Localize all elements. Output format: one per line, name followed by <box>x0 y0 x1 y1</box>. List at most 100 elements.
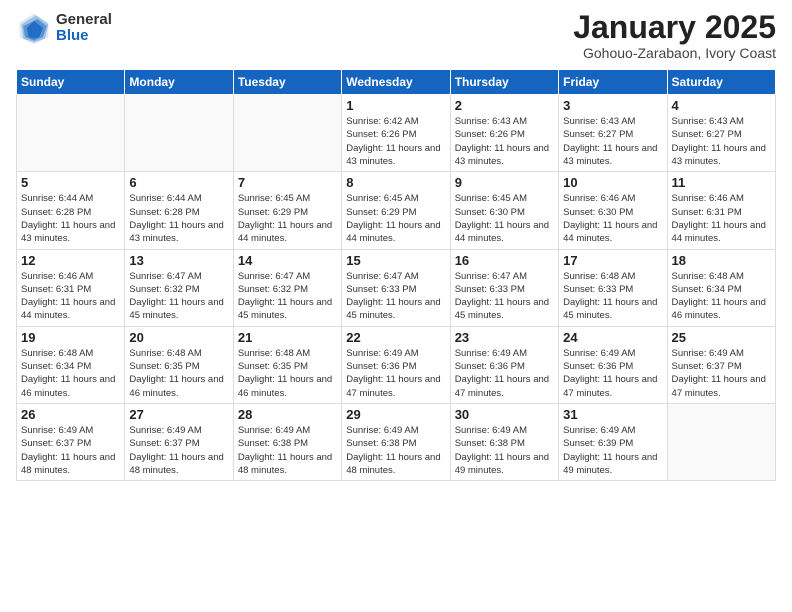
day-info: Sunrise: 6:43 AM Sunset: 6:27 PM Dayligh… <box>672 115 771 168</box>
day-number: 20 <box>129 330 228 345</box>
day-number: 14 <box>238 253 337 268</box>
logo-blue: Blue <box>56 28 112 45</box>
day-info: Sunrise: 6:49 AM Sunset: 6:39 PM Dayligh… <box>563 424 662 477</box>
calendar-cell <box>233 95 341 172</box>
day-number: 25 <box>672 330 771 345</box>
month-title: January 2025 <box>573 10 776 45</box>
calendar-header-thursday: Thursday <box>450 70 558 95</box>
calendar-cell: 1 Sunrise: 6:42 AM Sunset: 6:26 PM Daylig… <box>342 95 450 172</box>
day-info: Sunrise: 6:46 AM Sunset: 6:31 PM Dayligh… <box>672 192 771 245</box>
day-info: Sunrise: 6:49 AM Sunset: 6:36 PM Dayligh… <box>346 347 445 400</box>
day-number: 19 <box>21 330 120 345</box>
calendar-header-saturday: Saturday <box>667 70 775 95</box>
day-info: Sunrise: 6:49 AM Sunset: 6:38 PM Dayligh… <box>238 424 337 477</box>
logo-text: General Blue <box>56 12 112 45</box>
day-number: 8 <box>346 175 445 190</box>
day-info: Sunrise: 6:46 AM Sunset: 6:31 PM Dayligh… <box>21 270 120 323</box>
day-info: Sunrise: 6:49 AM Sunset: 6:38 PM Dayligh… <box>346 424 445 477</box>
calendar-week-row: 26 Sunrise: 6:49 AM Sunset: 6:37 PM Dayli… <box>17 403 776 480</box>
calendar-header-friday: Friday <box>559 70 667 95</box>
calendar-week-row: 12 Sunrise: 6:46 AM Sunset: 6:31 PM Dayli… <box>17 249 776 326</box>
day-info: Sunrise: 6:47 AM Sunset: 6:33 PM Dayligh… <box>346 270 445 323</box>
calendar-cell: 15Sunrise: 6:47 AM Sunset: 6:33 PM Dayli… <box>342 249 450 326</box>
day-info: Sunrise: 6:44 AM Sunset: 6:28 PM Dayligh… <box>21 192 120 245</box>
calendar-week-row: 19 Sunrise: 6:48 AM Sunset: 6:34 PM Dayli… <box>17 326 776 403</box>
day-info: Sunrise: 6:48 AM Sunset: 6:35 PM Dayligh… <box>129 347 228 400</box>
day-number: 9 <box>455 175 554 190</box>
calendar-cell <box>17 95 125 172</box>
day-number: 3 <box>563 98 662 113</box>
calendar-cell: 7 Sunrise: 6:45 AM Sunset: 6:29 PM Daylig… <box>233 172 341 249</box>
day-number: 22 <box>346 330 445 345</box>
day-number: 11 <box>672 175 771 190</box>
calendar-header-tuesday: Tuesday <box>233 70 341 95</box>
day-number: 10 <box>563 175 662 190</box>
calendar-cell <box>667 403 775 480</box>
logo-general: General <box>56 12 112 29</box>
day-info: Sunrise: 6:42 AM Sunset: 6:26 PM Dayligh… <box>346 115 445 168</box>
day-info: Sunrise: 6:49 AM Sunset: 6:37 PM Dayligh… <box>672 347 771 400</box>
day-info: Sunrise: 6:43 AM Sunset: 6:26 PM Dayligh… <box>455 115 554 168</box>
calendar-cell: 10 Sunrise: 6:46 AM Sunset: 6:30 PM Dayli… <box>559 172 667 249</box>
day-number: 23 <box>455 330 554 345</box>
day-info: Sunrise: 6:46 AM Sunset: 6:30 PM Dayligh… <box>563 192 662 245</box>
day-info: Sunrise: 6:48 AM Sunset: 6:34 PM Dayligh… <box>21 347 120 400</box>
day-number: 27 <box>129 407 228 422</box>
calendar-cell: 14 Sunrise: 6:47 AM Sunset: 6:32 PM Dayli… <box>233 249 341 326</box>
calendar-cell: 9Sunrise: 6:45 AM Sunset: 6:30 PM Daylig… <box>450 172 558 249</box>
calendar-cell: 16 Sunrise: 6:47 AM Sunset: 6:33 PM Dayli… <box>450 249 558 326</box>
calendar-cell: 25 Sunrise: 6:49 AM Sunset: 6:37 PM Dayli… <box>667 326 775 403</box>
calendar-cell: 18 Sunrise: 6:48 AM Sunset: 6:34 PM Dayli… <box>667 249 775 326</box>
calendar-cell: 29Sunrise: 6:49 AM Sunset: 6:38 PM Dayli… <box>342 403 450 480</box>
day-number: 1 <box>346 98 445 113</box>
header: General Blue January 2025 Gohouo-Zarabao… <box>16 10 776 61</box>
calendar-cell: 31 Sunrise: 6:49 AM Sunset: 6:39 PM Dayli… <box>559 403 667 480</box>
day-number: 30 <box>455 407 554 422</box>
day-info: Sunrise: 6:48 AM Sunset: 6:34 PM Dayligh… <box>672 270 771 323</box>
calendar-week-row: 5 Sunrise: 6:44 AM Sunset: 6:28 PM Daylig… <box>17 172 776 249</box>
day-info: Sunrise: 6:47 AM Sunset: 6:33 PM Dayligh… <box>455 270 554 323</box>
day-info: Sunrise: 6:49 AM Sunset: 6:38 PM Dayligh… <box>455 424 554 477</box>
day-number: 6 <box>129 175 228 190</box>
day-number: 28 <box>238 407 337 422</box>
calendar-cell: 27Sunrise: 6:49 AM Sunset: 6:37 PM Dayli… <box>125 403 233 480</box>
day-info: Sunrise: 6:48 AM Sunset: 6:35 PM Dayligh… <box>238 347 337 400</box>
calendar-cell: 30 Sunrise: 6:49 AM Sunset: 6:38 PM Dayli… <box>450 403 558 480</box>
day-number: 21 <box>238 330 337 345</box>
day-number: 24 <box>563 330 662 345</box>
calendar-header-row: SundayMondayTuesdayWednesdayThursdayFrid… <box>17 70 776 95</box>
logo: General Blue <box>16 10 112 46</box>
day-number: 12 <box>21 253 120 268</box>
day-info: Sunrise: 6:48 AM Sunset: 6:33 PM Dayligh… <box>563 270 662 323</box>
calendar-cell: 21 Sunrise: 6:48 AM Sunset: 6:35 PM Dayli… <box>233 326 341 403</box>
day-info: Sunrise: 6:47 AM Sunset: 6:32 PM Dayligh… <box>238 270 337 323</box>
calendar-cell: 6Sunrise: 6:44 AM Sunset: 6:28 PM Daylig… <box>125 172 233 249</box>
calendar-cell: 8 Sunrise: 6:45 AM Sunset: 6:29 PM Daylig… <box>342 172 450 249</box>
calendar-cell: 24Sunrise: 6:49 AM Sunset: 6:36 PM Dayli… <box>559 326 667 403</box>
day-number: 4 <box>672 98 771 113</box>
calendar-week-row: 1 Sunrise: 6:42 AM Sunset: 6:26 PM Daylig… <box>17 95 776 172</box>
day-number: 18 <box>672 253 771 268</box>
day-number: 13 <box>129 253 228 268</box>
calendar-cell: 11 Sunrise: 6:46 AM Sunset: 6:31 PM Dayli… <box>667 172 775 249</box>
day-info: Sunrise: 6:49 AM Sunset: 6:37 PM Dayligh… <box>21 424 120 477</box>
calendar-cell: 17Sunrise: 6:48 AM Sunset: 6:33 PM Dayli… <box>559 249 667 326</box>
day-number: 16 <box>455 253 554 268</box>
calendar-cell <box>125 95 233 172</box>
subtitle: Gohouo-Zarabaon, Ivory Coast <box>573 45 776 61</box>
calendar-cell: 12 Sunrise: 6:46 AM Sunset: 6:31 PM Dayli… <box>17 249 125 326</box>
day-info: Sunrise: 6:45 AM Sunset: 6:29 PM Dayligh… <box>238 192 337 245</box>
day-info: Sunrise: 6:45 AM Sunset: 6:29 PM Dayligh… <box>346 192 445 245</box>
calendar-cell: 26 Sunrise: 6:49 AM Sunset: 6:37 PM Dayli… <box>17 403 125 480</box>
page: General Blue January 2025 Gohouo-Zarabao… <box>0 0 792 612</box>
calendar-cell: 23Sunrise: 6:49 AM Sunset: 6:36 PM Dayli… <box>450 326 558 403</box>
day-number: 2 <box>455 98 554 113</box>
logo-icon <box>16 10 52 46</box>
day-number: 26 <box>21 407 120 422</box>
calendar-header-wednesday: Wednesday <box>342 70 450 95</box>
calendar-header-sunday: Sunday <box>17 70 125 95</box>
day-number: 5 <box>21 175 120 190</box>
day-number: 7 <box>238 175 337 190</box>
calendar-cell: 2 Sunrise: 6:43 AM Sunset: 6:26 PM Daylig… <box>450 95 558 172</box>
day-number: 31 <box>563 407 662 422</box>
